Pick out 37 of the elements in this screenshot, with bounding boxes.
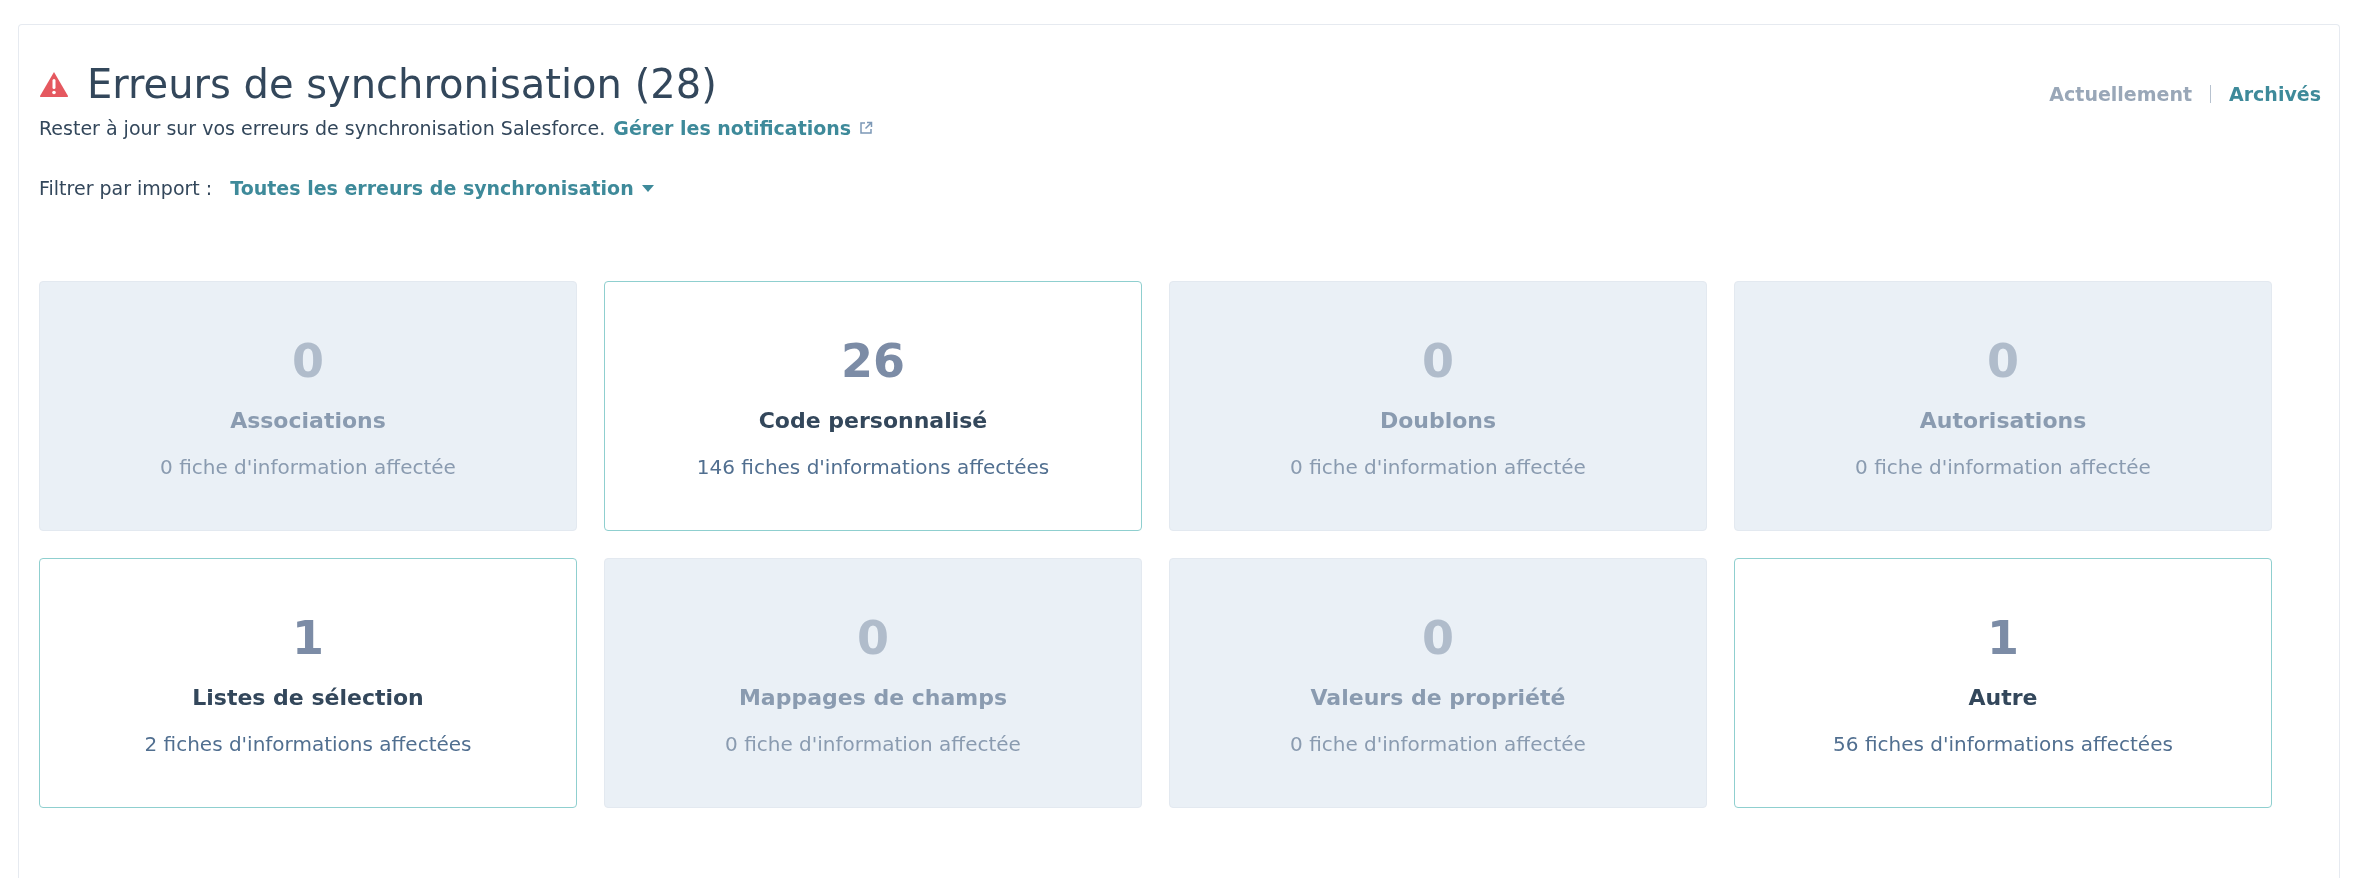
page-title: Erreurs de synchronisation (28) — [87, 61, 717, 107]
error-card[interactable]: 26 Code personnalisé 146 fiches d'informations affectées — [604, 281, 1142, 531]
card-title: Listes de sélection — [192, 684, 424, 710]
card-title: Autre — [1968, 684, 2038, 710]
error-count: 26 — [841, 333, 905, 388]
external-link-icon — [859, 121, 874, 135]
records-text: 0 fiche d'information affectée — [1290, 454, 1586, 479]
view-tab[interactable]: Archivés — [2229, 83, 2321, 105]
filter-label: Filtrer par import : — [39, 177, 213, 199]
records-text: 0 fiche d'information affectée — [1855, 454, 2151, 479]
records-text: 0 fiche d'information affectée — [725, 731, 1021, 756]
records-text: 56 fiches d'informations affectées — [1833, 731, 2173, 756]
records-text: 146 fiches d'informations affectées — [696, 454, 1050, 479]
subtitle-text: Rester à jour sur vos erreurs de synchronisation Salesforce. — [39, 117, 606, 139]
error-card[interactable]: 1 Listes de sélection 2 fiches d'informations affectées — [39, 558, 577, 808]
card-title: Autorisations — [1919, 407, 2087, 433]
error-count: 0 — [1422, 610, 1454, 665]
error-count: 0 — [857, 610, 889, 665]
records-text: 2 fiches d'informations affectées — [144, 731, 472, 756]
error-count: 0 — [1987, 333, 2019, 388]
card-title: Doublons — [1379, 407, 1497, 433]
view-tab[interactable]: Actuellement — [2049, 83, 2193, 105]
notifications-link[interactable]: Gérer les notifications — [613, 117, 852, 139]
error-card[interactable]: 1 Autre 56 fiches d'informations affectées — [1734, 558, 2272, 808]
records-text: 0 fiche d'information affectée — [1290, 731, 1586, 756]
error-count: 0 — [292, 333, 324, 388]
card-title: Code personnalisé — [758, 407, 988, 433]
card-title: Mappages de champs — [738, 684, 1008, 710]
error-count: 0 — [1422, 333, 1454, 388]
caret-icon — [641, 184, 654, 192]
card-title: Valeurs de propriété — [1310, 684, 1566, 710]
card-title: Associations — [230, 407, 386, 433]
error-count: 1 — [1987, 610, 2019, 665]
warning-icon — [39, 70, 69, 98]
filter-dropdown[interactable]: Toutes les erreurs de synchronisation — [230, 177, 654, 199]
records-text: 0 fiche d'information affectée — [160, 454, 456, 479]
error-count: 1 — [292, 610, 324, 665]
